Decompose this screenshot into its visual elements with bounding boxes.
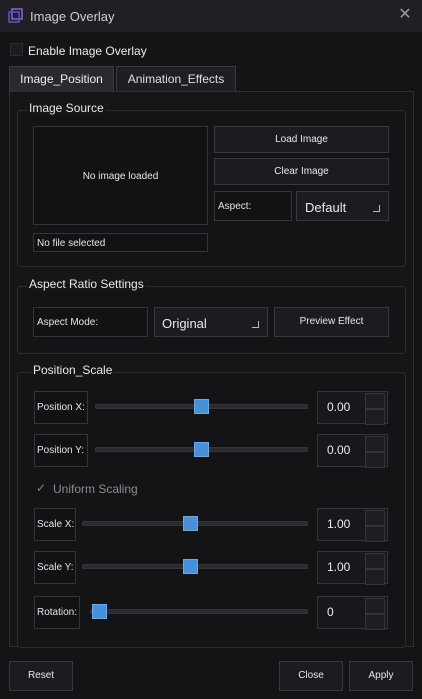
- scale-x-label: Scale X:: [37, 519, 75, 530]
- scale-x-label-box: Scale X:: [34, 508, 76, 541]
- image-source-title: Image Source: [27, 101, 106, 115]
- chevron-down-icon: [252, 321, 259, 328]
- position-x-label: Position X:: [37, 402, 85, 413]
- rotation-label: Rotation:: [37, 607, 78, 618]
- rotation-label-box: Rotation:: [34, 596, 80, 629]
- position-x-spinbox[interactable]: 0.00: [317, 391, 388, 425]
- position-y-label: Position Y:: [37, 445, 85, 456]
- aspect-label-box: Aspect:: [214, 191, 292, 221]
- position-scale-title: Position_Scale: [31, 363, 115, 377]
- spin-down-button[interactable]: [365, 526, 385, 542]
- position-x-value: 0.00: [327, 400, 351, 414]
- enable-overlay-label: Enable Image Overlay: [28, 44, 147, 58]
- clear-image-button[interactable]: Clear Image: [214, 158, 389, 185]
- scale-y-slider-handle[interactable]: [183, 559, 199, 574]
- aspect-combo[interactable]: Default: [296, 191, 389, 221]
- aspect-mode-combo[interactable]: Original: [154, 307, 268, 337]
- close-button[interactable]: Close: [279, 661, 343, 691]
- aspect-combo-value: Default: [305, 200, 347, 215]
- file-path-field: No file selected: [33, 233, 208, 252]
- position-y-spinbox[interactable]: 0.00: [317, 434, 388, 468]
- position-y-value: 0.00: [327, 443, 351, 457]
- tab-image-position[interactable]: Image_Position: [9, 66, 114, 92]
- uniform-scaling-checkbox[interactable]: ✓: [34, 481, 48, 495]
- apply-button[interactable]: Apply: [349, 661, 413, 691]
- rotation-value: 0: [327, 605, 334, 619]
- position-x-label-box: Position X:: [34, 391, 88, 424]
- aspect-mode-value: Original: [162, 316, 207, 331]
- scale-y-spinbox[interactable]: 1.00: [317, 551, 388, 585]
- spin-up-button[interactable]: [365, 510, 385, 526]
- scale-y-label: Scale Y:: [37, 562, 74, 573]
- rotation-slider[interactable]: [90, 609, 308, 614]
- aspect-settings-title: Aspect Ratio Settings: [27, 277, 146, 291]
- preview-effect-button[interactable]: Preview Effect: [274, 307, 389, 337]
- image-preview: No image loaded: [33, 126, 208, 225]
- load-image-button[interactable]: Load Image: [214, 126, 389, 153]
- position-y-label-box: Position Y:: [34, 434, 88, 467]
- app-icon: [8, 8, 24, 24]
- spin-up-button[interactable]: [365, 436, 385, 452]
- scale-y-label-box: Scale Y:: [34, 551, 76, 584]
- window-title: Image Overlay: [30, 9, 115, 24]
- chevron-down-icon: [373, 205, 380, 212]
- close-icon[interactable]: ✕: [396, 6, 414, 24]
- preview-placeholder-text: No image loaded: [82, 171, 159, 182]
- scale-x-spinbox[interactable]: 1.00: [317, 508, 388, 542]
- tab-animation-effects[interactable]: Animation_Effects: [116, 66, 236, 92]
- aspect-mode-label-box: Aspect Mode:: [33, 307, 148, 337]
- rotation-slider-handle[interactable]: [92, 604, 107, 619]
- spin-down-button[interactable]: [365, 409, 385, 425]
- scale-x-value: 1.00: [327, 517, 351, 531]
- rotation-spinbox[interactable]: 0: [317, 596, 388, 630]
- position-x-slider-handle[interactable]: [194, 399, 209, 414]
- file-path-text: No file selected: [37, 238, 106, 249]
- spin-down-button[interactable]: [365, 569, 385, 585]
- reset-button[interactable]: Reset: [9, 661, 73, 691]
- uniform-scaling-label: Uniform Scaling: [53, 482, 138, 496]
- spin-up-button[interactable]: [365, 393, 385, 409]
- enable-overlay-checkbox[interactable]: [10, 43, 23, 56]
- scale-x-slider-handle[interactable]: [183, 516, 199, 531]
- spin-down-button[interactable]: [365, 614, 385, 630]
- spin-up-button[interactable]: [365, 553, 385, 569]
- spin-down-button[interactable]: [365, 452, 385, 468]
- scale-y-value: 1.00: [327, 560, 351, 574]
- aspect-label: Aspect:: [218, 201, 252, 212]
- aspect-mode-label: Aspect Mode:: [37, 317, 99, 328]
- spin-up-button[interactable]: [365, 598, 385, 614]
- position-y-slider-handle[interactable]: [194, 442, 209, 457]
